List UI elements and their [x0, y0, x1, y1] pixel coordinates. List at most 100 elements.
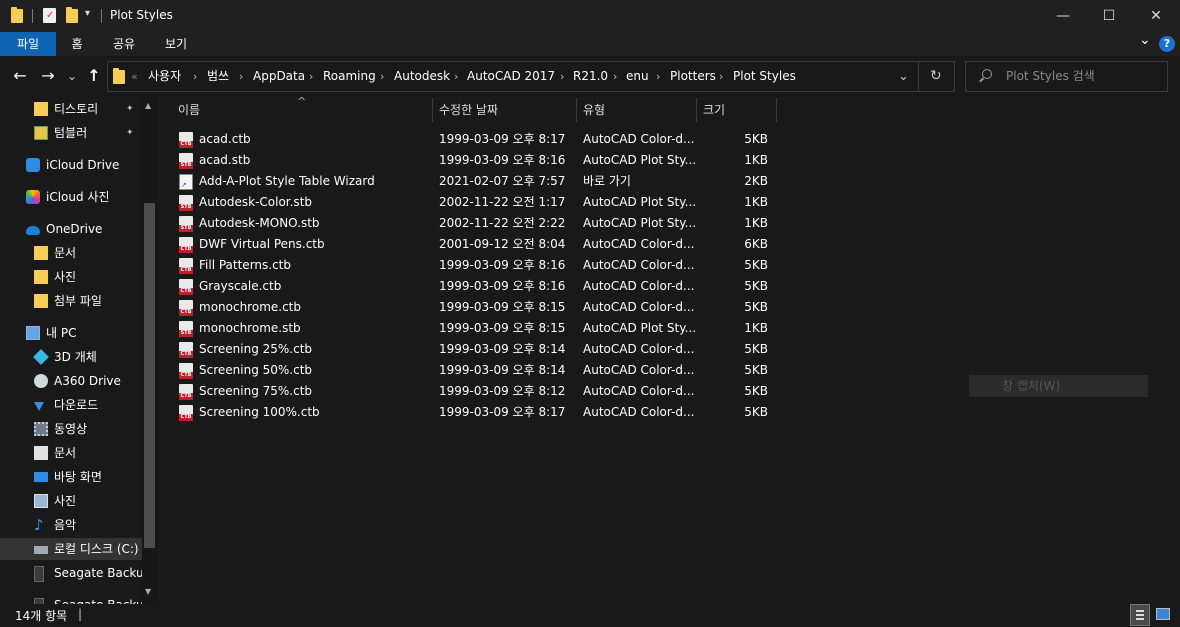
sidebar-scrollbar-thumb[interactable] — [144, 203, 155, 548]
scroll-up-icon[interactable]: ▲ — [145, 101, 151, 110]
breadcrumb-item[interactable]: R21.0 — [573, 62, 608, 91]
breadcrumb-item[interactable]: AutoCAD 2017 — [467, 62, 555, 91]
column-header-type[interactable]: 유형 — [583, 96, 605, 124]
sidebar-item[interactable]: 사진 — [0, 490, 142, 512]
search-input[interactable]: Plot Styles 검색 — [1006, 62, 1095, 91]
file-row[interactable]: STB acad.stb 1999-03-09 오후 8:16 AutoCAD Plo… — [176, 150, 776, 171]
chevron-right-icon[interactable]: › — [309, 62, 313, 91]
chevron-right-icon[interactable]: › — [656, 62, 660, 91]
quick-access-dropdown-icon[interactable]: ▾ — [85, 8, 90, 19]
up-button[interactable]: ↑ — [84, 63, 104, 89]
minimize-button[interactable]: — — [1040, 0, 1086, 32]
sort-ascending-icon: ^ — [297, 95, 307, 108]
maximize-button[interactable]: ☐ — [1086, 0, 1132, 32]
sidebar-item[interactable]: 바탕 화면 — [0, 466, 142, 488]
sidebar-item[interactable]: 3D 개체 — [0, 346, 142, 368]
column-divider[interactable] — [576, 98, 577, 122]
address-bar[interactable]: « 사용자 › 범쓰 › AppData › Roaming › Autodes… — [107, 61, 955, 92]
pin-icon[interactable]: ✦ — [126, 122, 134, 144]
file-row[interactable]: STB monochrome.stb 1999-03-09 오후 8:15 AutoC… — [176, 318, 776, 339]
file-row[interactable]: CTB monochrome.ctb 1999-03-09 오후 8:15 AutoC… — [176, 297, 776, 318]
file-type: AutoCAD Color-d... — [583, 300, 695, 314]
chevron-right-icon[interactable]: › — [454, 62, 458, 91]
tab-view[interactable]: 보기 — [152, 32, 200, 56]
chevron-right-icon[interactable]: › — [560, 62, 564, 91]
sidebar-item[interactable]: iCloud 사진 — [0, 186, 142, 208]
file-row[interactable]: CTB Grayscale.ctb 1999-03-09 오후 8:16 AutoCA… — [176, 276, 776, 297]
back-button[interactable]: ← — [9, 63, 31, 89]
file-row[interactable]: CTB acad.ctb 1999-03-09 오후 8:17 AutoCAD Col… — [176, 129, 776, 150]
ribbon-expand-icon[interactable]: ⌄ — [1139, 32, 1151, 48]
file-type: AutoCAD Color-d... — [583, 384, 695, 398]
sidebar-item[interactable]: 동영상 — [0, 418, 142, 440]
large-icons-view-button[interactable] — [1156, 608, 1170, 620]
file-row[interactable]: STB Autodesk-MONO.stb 2002-11-22 오전 2:22 Au… — [176, 213, 776, 234]
close-button[interactable]: ✕ — [1133, 0, 1179, 32]
details-view-button[interactable] — [1130, 604, 1150, 626]
breadcrumb-item-current[interactable]: Plot Styles — [733, 62, 796, 91]
file-modified: 1999-03-09 오후 8:15 — [439, 321, 566, 335]
chevron-right-icon[interactable]: › — [719, 62, 723, 91]
sidebar-item[interactable]: ♪ 음악 — [0, 514, 142, 536]
file-row[interactable]: ↗ Add-A-Plot Style Table Wizard 2021-02-07… — [176, 171, 776, 192]
sidebar-item-label: 첨부 파일 — [54, 294, 102, 308]
chevron-right-icon[interactable]: › — [193, 62, 197, 91]
file-row[interactable]: STB Autodesk-Color.stb 2002-11-22 오전 1:17 A… — [176, 192, 776, 213]
file-row[interactable]: CTB Screening 100%.ctb 1999-03-09 오후 8:17 A… — [176, 402, 776, 423]
sidebar-item[interactable]: 문서 — [0, 242, 142, 264]
help-icon[interactable]: ? — [1159, 36, 1175, 52]
chevron-right-icon[interactable]: › — [380, 62, 384, 91]
column-header-modified[interactable]: 수정한 날짜 — [439, 96, 498, 124]
forward-button[interactable]: → — [37, 63, 59, 89]
sidebar-item[interactable]: 내 PC — [0, 322, 142, 344]
recent-locations-button[interactable]: ⌄ — [64, 63, 80, 89]
sidebar-item[interactable]: 첨부 파일 — [0, 290, 142, 312]
file-row[interactable]: CTB DWF Virtual Pens.ctb 2001-09-12 오전 8:0… — [176, 234, 776, 255]
pin-icon[interactable]: ✦ — [126, 98, 134, 120]
column-header-name[interactable]: 이름 — [178, 96, 200, 124]
sidebar-item[interactable]: iCloud Drive — [0, 154, 142, 176]
file-row[interactable]: CTB Screening 75%.ctb 1999-03-09 오후 8:12 Au… — [176, 381, 776, 402]
chevron-right-icon[interactable]: › — [613, 62, 617, 91]
breadcrumb-item[interactable]: 범쓰 — [207, 62, 229, 91]
address-overflow[interactable]: « — [131, 62, 138, 91]
tab-home[interactable]: 홈 — [58, 32, 96, 56]
new-folder-icon[interactable] — [66, 7, 78, 23]
sidebar-item[interactable]: 다운로드 — [0, 394, 142, 416]
sidebar-item[interactable]: Seagate Backup — [0, 562, 151, 584]
file-row[interactable]: CTB Screening 25%.ctb 1999-03-09 오후 8:14 Au… — [176, 339, 776, 360]
tab-file[interactable]: 파일 — [0, 32, 56, 56]
breadcrumb-item[interactable]: Autodesk — [394, 62, 450, 91]
sidebar-item[interactable]: 티스토리 ✦ — [0, 98, 142, 120]
sidebar-item[interactable]: OneDrive — [0, 218, 142, 240]
breadcrumb-item[interactable]: enu — [626, 62, 649, 91]
sidebar-item[interactable]: A360 Drive — [0, 370, 142, 392]
file-row[interactable]: CTB Fill Patterns.ctb 1999-03-09 오후 8:16 Au… — [176, 255, 776, 276]
column-divider[interactable] — [696, 98, 697, 122]
sidebar-item[interactable]: 사진 — [0, 266, 142, 288]
column-divider[interactable] — [432, 98, 433, 122]
column-header-size[interactable]: 크기 — [703, 96, 725, 124]
file-row[interactable]: CTB Screening 50%.ctb 1999-03-09 오후 8:14 Au… — [176, 360, 776, 381]
breadcrumb-item[interactable]: Plotters — [670, 62, 716, 91]
search-box[interactable]: Plot Styles 검색 — [965, 61, 1168, 92]
properties-icon[interactable]: ✓ — [43, 8, 56, 23]
breadcrumb-item[interactable]: Roaming — [323, 62, 376, 91]
sidebar-item[interactable]: Seagate Backup F — [0, 594, 157, 604]
stb-file-icon: STB — [179, 195, 193, 211]
sidebar-item[interactable]: 문서 — [0, 442, 142, 464]
file-type-badge: CTB — [179, 288, 193, 295]
breadcrumb-item[interactable]: 사용자 — [148, 62, 181, 91]
address-dropdown-icon[interactable]: ⌄ — [898, 62, 909, 91]
chevron-right-icon[interactable]: › — [239, 62, 243, 91]
sidebar-item[interactable]: 텀블러 ✦ — [0, 122, 142, 144]
refresh-icon[interactable]: ↻ — [930, 62, 942, 91]
sidebar-item[interactable]: 로컬 디스크 (C:) — [0, 538, 142, 560]
breadcrumb-item[interactable]: AppData — [253, 62, 305, 91]
tab-share[interactable]: 공유 — [102, 32, 146, 56]
file-modified: 1999-03-09 오후 8:17 — [439, 405, 566, 419]
scroll-down-icon[interactable]: ▼ — [145, 587, 151, 596]
column-divider[interactable] — [776, 98, 777, 122]
file-size: 5KB — [744, 300, 768, 314]
file-size: 1KB — [744, 216, 768, 230]
